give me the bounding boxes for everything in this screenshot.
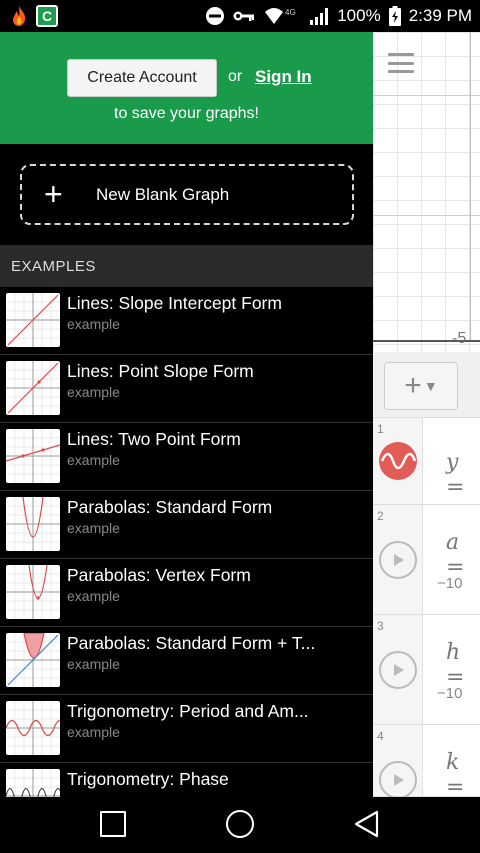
clock: 2:39 PM <box>408 6 472 25</box>
expression-text[interactable]: h = <box>446 640 480 690</box>
expression-number: 3 <box>377 619 384 633</box>
expression-row[interactable]: 1 y = <box>373 418 480 505</box>
expression-row[interactable]: 4 k = <box>373 725 480 800</box>
status-bar: C 4G 100% 2:39 PM <box>0 0 480 32</box>
new-blank-graph-button[interactable]: + New Blank Graph <box>20 164 354 225</box>
create-account-button[interactable]: Create Account <box>67 59 217 97</box>
example-item[interactable]: Trigonometry: Period and Am... example <box>0 695 373 763</box>
flame-icon <box>13 6 26 26</box>
plus-icon: + <box>44 176 63 212</box>
navigation-drawer: Create Account or Sign In to save your g… <box>0 32 373 797</box>
c-app-icon: C <box>36 5 58 27</box>
example-item[interactable]: Parabolas: Standard Form example <box>0 491 373 559</box>
back-button[interactable] <box>352 809 382 839</box>
example-subtitle: example <box>67 384 120 400</box>
save-graphs-hint: to save your graphs! <box>114 105 259 122</box>
example-subtitle: example <box>67 520 120 536</box>
example-item[interactable]: Parabolas: Vertex Form example <box>0 559 373 627</box>
examples-header-label: EXAMPLES <box>11 258 96 275</box>
battery-icon <box>388 6 401 26</box>
grid-line <box>470 32 471 342</box>
menu-icon[interactable] <box>388 53 414 73</box>
or-label: or <box>228 68 243 85</box>
example-thumbnail <box>6 293 60 347</box>
play-slider-icon[interactable] <box>379 761 417 799</box>
example-thumbnail <box>6 361 60 415</box>
expression-row[interactable]: 3 h = −10 <box>373 615 480 725</box>
play-slider-icon[interactable] <box>379 651 417 689</box>
sign-in-link[interactable]: Sign In <box>255 67 312 87</box>
slider-min-value: −10 <box>437 685 463 702</box>
example-thumbnail <box>6 633 60 687</box>
example-item[interactable]: Lines: Slope Intercept Form example <box>0 287 373 355</box>
example-thumbnail <box>6 497 60 551</box>
signal-icon <box>310 8 329 25</box>
expression-number: 4 <box>377 729 384 743</box>
system-nav-bar <box>0 797 480 853</box>
example-title: Lines: Two Point Form <box>67 429 241 449</box>
expression-row[interactable]: 2 a = −10 <box>373 505 480 615</box>
play-slider-icon[interactable] <box>379 541 417 579</box>
plus-icon: + <box>404 369 422 402</box>
expression-text[interactable]: a = <box>446 530 480 580</box>
new-blank-graph-label: New Blank Graph <box>96 185 230 204</box>
example-title: Lines: Point Slope Form <box>67 361 254 381</box>
expression-list: + ▼ 1 y = 2 a = −10 3 h = −10 4 k = <box>373 352 480 800</box>
grid-line <box>373 215 480 216</box>
graph-canvas[interactable] <box>373 32 480 352</box>
screen: C 4G 100% 2:39 PM -5 + ▼ 1 y = 2 a = −10… <box>0 0 480 853</box>
example-thumbnail <box>6 769 60 797</box>
example-title: Trigonometry: Phase <box>67 769 229 789</box>
add-expression-button[interactable]: + ▼ <box>384 362 458 410</box>
slider-min-value: −10 <box>437 575 463 592</box>
expression-number: 1 <box>377 422 384 436</box>
expression-text[interactable]: y = <box>446 450 480 500</box>
example-thumbnail <box>6 429 60 483</box>
example-subtitle: example <box>67 588 120 604</box>
recent-apps-button[interactable] <box>100 811 126 837</box>
caret-down-icon: ▼ <box>423 378 438 394</box>
example-subtitle: example <box>67 656 120 672</box>
wifi-icon: 4G <box>265 8 296 24</box>
example-subtitle: example <box>67 452 120 468</box>
example-title: Trigonometry: Period and Am... <box>67 701 309 721</box>
example-item[interactable]: Lines: Two Point Form example <box>0 423 373 491</box>
example-title: Parabolas: Vertex Form <box>67 565 251 585</box>
example-title: Lines: Slope Intercept Form <box>67 293 282 313</box>
example-item[interactable]: Lines: Point Slope Form example <box>0 355 373 423</box>
home-button[interactable] <box>226 810 254 838</box>
example-item[interactable]: Trigonometry: Phase <box>0 763 373 797</box>
axis-tick-label: -5 <box>452 330 467 347</box>
example-thumbnail <box>6 565 60 619</box>
examples-header: EXAMPLES <box>0 245 373 287</box>
graph-style-icon[interactable] <box>379 442 417 480</box>
battery-percent: 100% <box>337 6 381 25</box>
grid-line <box>373 95 480 96</box>
example-item[interactable]: Parabolas: Standard Form + T... example <box>0 627 373 695</box>
example-title: Parabolas: Standard Form <box>67 497 273 517</box>
example-subtitle: example <box>67 724 120 740</box>
do-not-disturb-icon <box>206 7 225 25</box>
expression-number: 2 <box>377 509 384 523</box>
account-panel: Create Account or Sign In to save your g… <box>0 32 373 144</box>
key-icon <box>233 11 255 21</box>
network-type-label: 4G <box>285 8 296 17</box>
example-thumbnail <box>6 701 60 755</box>
example-subtitle: example <box>67 316 120 332</box>
expression-toolbar: + ▼ <box>373 352 480 418</box>
expression-text[interactable]: k = <box>446 750 480 800</box>
example-title: Parabolas: Standard Form + T... <box>67 633 316 653</box>
